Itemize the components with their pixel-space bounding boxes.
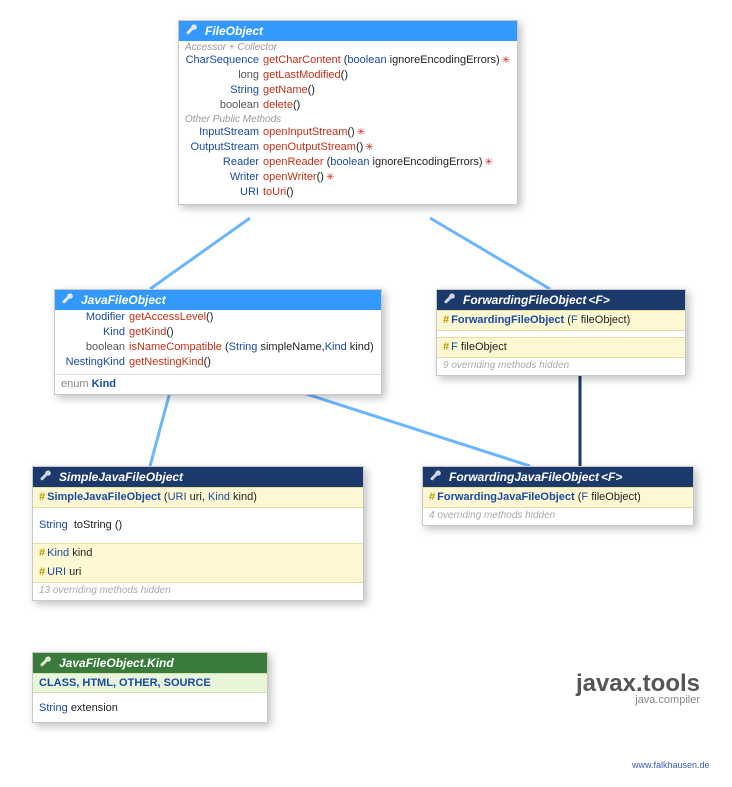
field-row: #URI uri: [33, 563, 363, 583]
method-row: NestingKindgetNestingKind(): [55, 355, 381, 374]
class-title: JavaFileObject.Kind: [59, 656, 174, 670]
method-row: InputStreamopenInputStream()✳: [179, 125, 517, 140]
enum-values: CLASS, HTML, OTHER, SOURCE: [33, 673, 267, 693]
class-title: ForwardingFileObject: [463, 293, 586, 307]
generic-param: <F>: [586, 293, 609, 307]
section-label-accessor: Accessor + Collector: [179, 41, 517, 53]
hidden-methods-note: 9 overriding methods hidden: [437, 358, 685, 375]
field-row: String extension: [33, 699, 267, 722]
generic-param: <F>: [599, 470, 622, 484]
hidden-methods-note: 4 overriding methods hidden: [423, 508, 693, 525]
enum-row: enum Kind: [55, 374, 381, 394]
section-label-other: Other Public Methods: [179, 113, 517, 125]
method-row: WriteropenWriter()✳: [179, 170, 517, 185]
class-title: SimpleJavaFileObject: [59, 470, 183, 484]
class-box-kind-enum: JavaFileObject.Kind CLASS, HTML, OTHER, …: [32, 652, 268, 723]
class-header: ForwardingFileObject <F>: [437, 290, 685, 310]
wrench-icon: [39, 656, 53, 670]
wrench-icon: [61, 293, 75, 307]
wrench-icon: [39, 470, 53, 484]
method-row: URItoUri(): [179, 185, 517, 204]
class-box-simple-java-file-object: SimpleJavaFileObject #SimpleJavaFileObje…: [32, 466, 364, 601]
method-row: ModifiergetAccessLevel(): [55, 310, 381, 325]
class-header: SimpleJavaFileObject: [33, 467, 363, 487]
package-title: javax.tools java.compiler: [510, 670, 700, 706]
class-header: FileObject: [179, 21, 517, 41]
class-header: JavaFileObject.Kind: [33, 653, 267, 673]
wrench-icon: [443, 293, 457, 307]
wrench-icon: [429, 470, 443, 484]
method-row: String toString (): [33, 516, 363, 535]
method-row: OutputStreamopenOutputStream()✳: [179, 140, 517, 155]
credit-link[interactable]: www.falkhausen.de: [632, 760, 710, 770]
class-box-java-file-object: JavaFileObject ModifiergetAccessLevel() …: [54, 289, 382, 395]
method-row: StringgetName(): [179, 83, 517, 98]
field-row: #Kind kind: [33, 543, 363, 563]
method-row: booleanisNameCompatible (String simpleNa…: [55, 340, 381, 355]
class-header: JavaFileObject: [55, 290, 381, 310]
class-title: ForwardingJavaFileObject: [449, 470, 599, 484]
method-row: booleandelete(): [179, 98, 517, 113]
class-header: ForwardingJavaFileObject <F>: [423, 467, 693, 487]
constructor-row: #SimpleJavaFileObject (URI uri, Kind kin…: [33, 487, 363, 508]
field-row: #F fileObject: [437, 337, 685, 358]
constructor-row: #ForwardingJavaFileObject (F fileObject): [423, 487, 693, 508]
method-row: longgetLastModified(): [179, 68, 517, 83]
constructor-row: #ForwardingFileObject (F fileObject): [437, 310, 685, 331]
class-box-forwarding-java-file-object: ForwardingJavaFileObject <F> #Forwarding…: [422, 466, 694, 526]
hidden-methods-note: 13 overriding methods hidden: [33, 583, 363, 600]
wrench-icon: [185, 24, 199, 38]
class-box-file-object: FileObject Accessor + Collector CharSequ…: [178, 20, 518, 205]
class-box-forwarding-file-object: ForwardingFileObject <F> #ForwardingFile…: [436, 289, 686, 376]
method-row: ReaderopenReader (boolean ignoreEncoding…: [179, 155, 517, 170]
method-row: CharSequencegetCharContent (boolean igno…: [179, 53, 517, 68]
class-title: JavaFileObject: [81, 293, 166, 307]
class-title: FileObject: [205, 24, 263, 38]
method-row: KindgetKind(): [55, 325, 381, 340]
